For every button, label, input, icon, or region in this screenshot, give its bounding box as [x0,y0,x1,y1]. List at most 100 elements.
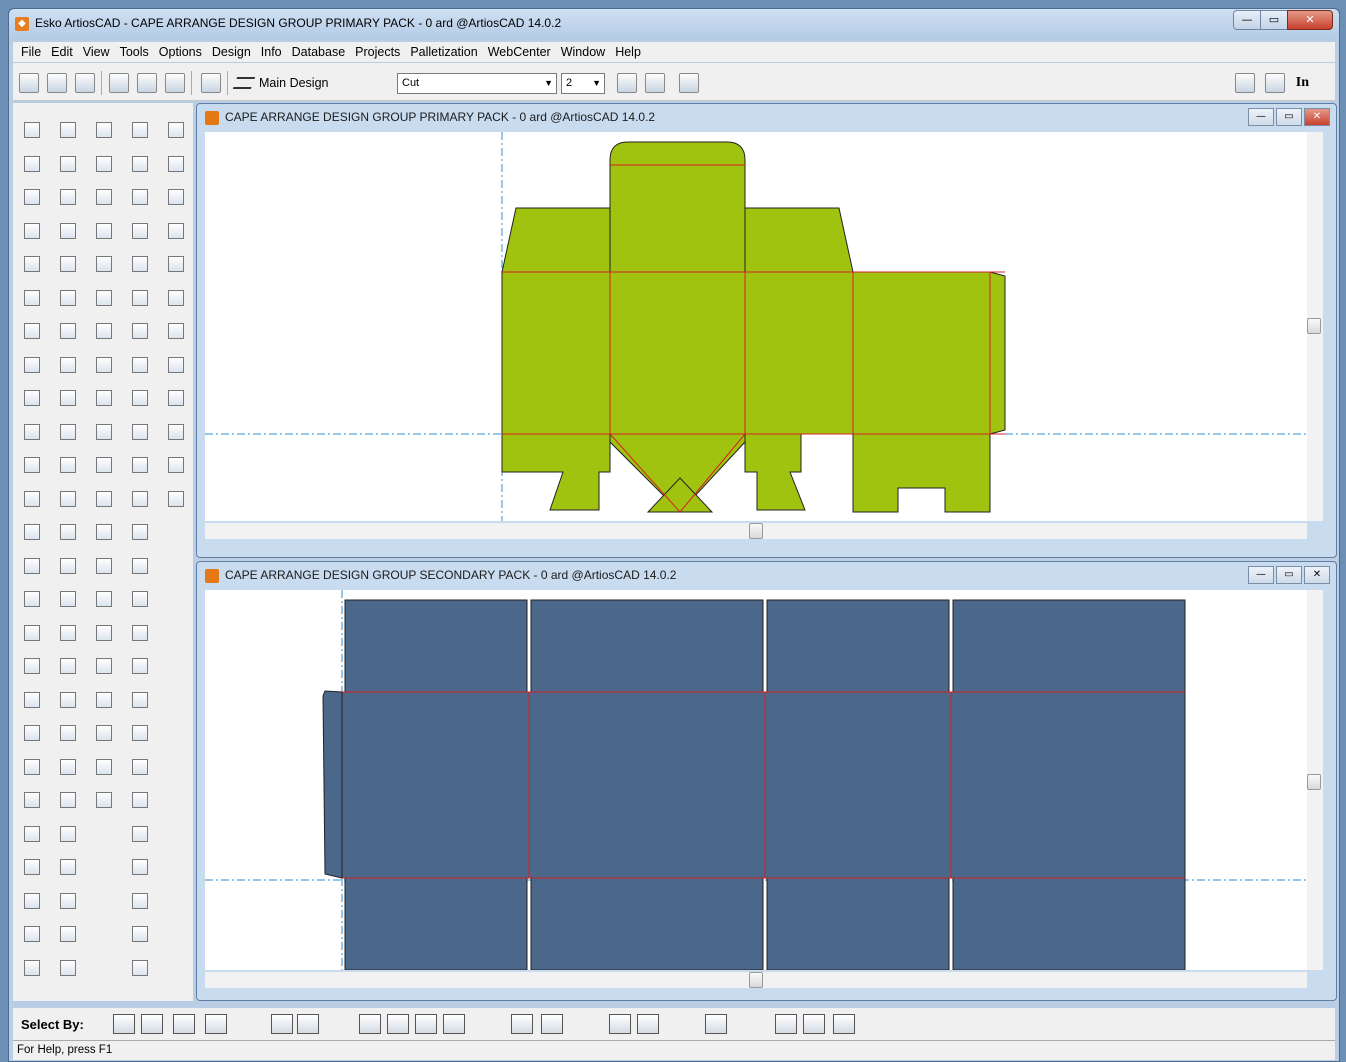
tool-button[interactable] [55,754,81,780]
tool-button[interactable] [55,720,81,746]
minimize-button[interactable]: — [1248,566,1274,584]
menu-webcenter[interactable]: WebCenter [488,45,551,59]
tool-button[interactable] [55,553,81,579]
menu-options[interactable]: Options [159,45,202,59]
design-toggle-icon[interactable] [645,73,665,93]
menu-design[interactable]: Design [212,45,251,59]
tool-button[interactable] [127,955,153,981]
menu-edit[interactable]: Edit [51,45,73,59]
layout-icon[interactable] [201,73,221,93]
save-icon[interactable] [75,73,95,93]
primary-horizontal-scrollbar[interactable] [205,523,1307,539]
scroll-thumb[interactable] [749,523,763,539]
restore-button[interactable]: ▭ [1276,566,1302,584]
primary-pack-window[interactable]: CAPE ARRANGE DESIGN GROUP PRIMARY PACK -… [196,103,1337,558]
tool-button[interactable] [55,821,81,847]
tool-button[interactable] [55,285,81,311]
tool-button[interactable] [127,720,153,746]
tool-button[interactable] [91,318,117,344]
tool-button[interactable] [55,117,81,143]
tool-button[interactable] [91,251,117,277]
menu-projects[interactable]: Projects [355,45,400,59]
secondary-pack-window[interactable]: CAPE ARRANGE DESIGN GROUP SECONDARY PACK… [196,561,1337,1001]
tool-button[interactable] [19,385,45,411]
tool-button[interactable] [127,754,153,780]
tool-button[interactable] [163,251,189,277]
tool-button[interactable] [55,486,81,512]
tool-button[interactable] [127,251,153,277]
tool-button[interactable] [19,754,45,780]
tool-button[interactable] [19,586,45,612]
tool-button[interactable] [19,519,45,545]
tool-button[interactable] [55,653,81,679]
select-mode-button[interactable] [415,1014,437,1034]
tool-button[interactable] [55,854,81,880]
tool-button[interactable] [55,452,81,478]
tool-button[interactable] [19,285,45,311]
tool-button[interactable] [55,419,81,445]
tool-button[interactable] [19,921,45,947]
tool-button[interactable] [55,385,81,411]
tool-button[interactable] [91,486,117,512]
tool-button[interactable] [55,519,81,545]
select-mode-button[interactable] [297,1014,319,1034]
tool-button[interactable] [91,419,117,445]
tool-button[interactable] [127,385,153,411]
primary-vertical-scrollbar[interactable] [1307,132,1323,521]
view-icon[interactable] [1265,73,1285,93]
maximize-button[interactable]: ▭ [1260,10,1288,30]
select-mode-button[interactable] [803,1014,825,1034]
select-mode-button[interactable] [173,1014,195,1034]
units-label[interactable]: In [1296,75,1309,91]
tool-button[interactable] [127,620,153,646]
tool-button[interactable] [127,318,153,344]
select-mode-button[interactable] [833,1014,855,1034]
tool-button[interactable] [55,620,81,646]
tool-button[interactable] [127,787,153,813]
tool-button[interactable] [127,553,153,579]
main-design-button[interactable]: Main Design [232,72,328,94]
tool-button[interactable] [91,218,117,244]
tool-button[interactable] [55,184,81,210]
minimize-button[interactable]: — [1248,108,1274,126]
tool-button[interactable] [19,419,45,445]
tool-button[interactable] [163,352,189,378]
tool-button[interactable] [127,285,153,311]
tool-button[interactable] [19,888,45,914]
tool-button[interactable] [19,787,45,813]
scroll-thumb[interactable] [1307,774,1321,790]
tool-button[interactable] [127,653,153,679]
tool-button[interactable] [163,184,189,210]
tool-button[interactable] [91,184,117,210]
tool-button[interactable] [55,586,81,612]
tool-button[interactable] [55,318,81,344]
layer-select[interactable]: Cut ▼ [397,73,557,94]
tool-button[interactable] [163,117,189,143]
grid-icon[interactable] [679,73,699,93]
tool-button[interactable] [163,486,189,512]
select-mode-button[interactable] [113,1014,135,1034]
tool-button[interactable] [91,285,117,311]
tool-button[interactable] [91,385,117,411]
select-mode-button[interactable] [387,1014,409,1034]
secondary-vertical-scrollbar[interactable] [1307,590,1323,970]
select-mode-button[interactable] [541,1014,563,1034]
tool-button[interactable] [19,687,45,713]
tool-button[interactable] [163,151,189,177]
select-mode-button[interactable] [705,1014,727,1034]
title-bar[interactable]: ◆ Esko ArtiosCAD - CAPE ARRANGE DESIGN G… [9,9,1339,39]
tool-button[interactable] [163,385,189,411]
tool-button[interactable] [55,888,81,914]
tool-button[interactable] [91,720,117,746]
secondary-canvas[interactable] [205,590,1307,970]
tool-button[interactable] [127,888,153,914]
tool-button[interactable] [127,419,153,445]
tool-button[interactable] [19,955,45,981]
tool-button[interactable] [19,117,45,143]
tool-button[interactable] [55,687,81,713]
tool-button[interactable] [127,452,153,478]
tool-button[interactable] [127,854,153,880]
menu-view[interactable]: View [83,45,110,59]
primary-canvas[interactable] [205,132,1307,521]
scroll-thumb[interactable] [749,972,763,988]
